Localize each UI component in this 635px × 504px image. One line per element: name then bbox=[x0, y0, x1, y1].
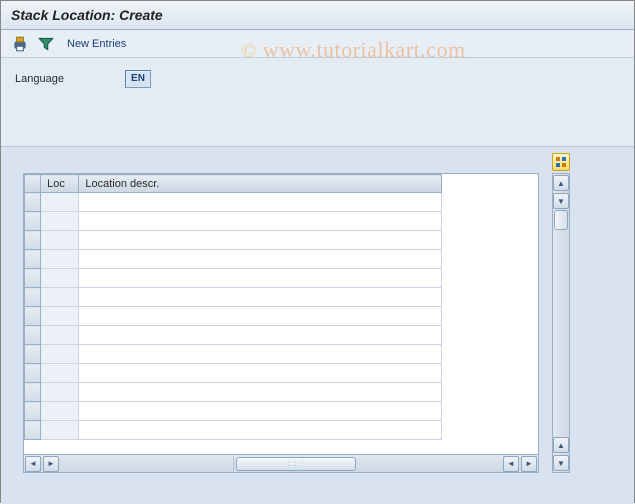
loc-cell[interactable] bbox=[41, 231, 79, 250]
row-header-cell[interactable] bbox=[25, 383, 41, 402]
loc-cell[interactable] bbox=[41, 421, 79, 440]
vscroll-up-button[interactable]: ▲ bbox=[553, 175, 569, 191]
language-label: Language bbox=[15, 73, 105, 85]
vscroll-thumb[interactable] bbox=[554, 210, 568, 230]
main-panel: Loc Location descr. ◄ ► : : : ◄ ► bbox=[1, 146, 634, 504]
row-header-cell[interactable] bbox=[25, 193, 41, 212]
desc-cell[interactable] bbox=[79, 402, 442, 421]
row-header-cell[interactable] bbox=[25, 212, 41, 231]
loc-cell[interactable] bbox=[41, 212, 79, 231]
desc-cell[interactable] bbox=[79, 345, 442, 364]
row-header-cell[interactable] bbox=[25, 402, 41, 421]
grid-table: Loc Location descr. bbox=[24, 174, 442, 440]
desc-cell[interactable] bbox=[79, 364, 442, 383]
loc-cell[interactable] bbox=[41, 326, 79, 345]
grid-container: Loc Location descr. ◄ ► : : : ◄ ► bbox=[23, 173, 539, 473]
loc-cell[interactable] bbox=[41, 269, 79, 288]
hscroll-track[interactable]: : : : bbox=[236, 457, 500, 471]
print-icon[interactable] bbox=[11, 35, 29, 53]
loc-cell[interactable] bbox=[41, 250, 79, 269]
col-desc[interactable]: Location descr. bbox=[79, 175, 442, 193]
desc-cell[interactable] bbox=[79, 250, 442, 269]
hscroll-right-button-1[interactable]: ► bbox=[43, 456, 59, 472]
desc-cell[interactable] bbox=[79, 307, 442, 326]
vscroll-track[interactable] bbox=[554, 210, 568, 436]
loc-cell[interactable] bbox=[41, 288, 79, 307]
desc-cell[interactable] bbox=[79, 193, 442, 212]
loc-cell[interactable] bbox=[41, 364, 79, 383]
table-row bbox=[25, 326, 442, 345]
hscroll-right-button-2[interactable]: ► bbox=[521, 456, 537, 472]
table-row bbox=[25, 193, 442, 212]
desc-cell[interactable] bbox=[79, 212, 442, 231]
desc-cell[interactable] bbox=[79, 288, 442, 307]
form-area: Language EN bbox=[1, 58, 634, 146]
vscroll-bottom-down-button[interactable]: ▼ bbox=[553, 455, 569, 471]
col-loc[interactable]: Loc bbox=[41, 175, 79, 193]
desc-cell[interactable] bbox=[79, 421, 442, 440]
hscroll-thumb[interactable]: : : : bbox=[236, 457, 356, 471]
new-entries-button[interactable]: New Entries bbox=[67, 38, 126, 50]
table-row bbox=[25, 364, 442, 383]
filter-icon[interactable] bbox=[37, 35, 55, 53]
grid-hscrollbar: ◄ ► : : : ◄ ► bbox=[23, 455, 539, 473]
hscroll-left-button-2[interactable]: ◄ bbox=[503, 456, 519, 472]
loc-cell[interactable] bbox=[41, 345, 79, 364]
loc-cell[interactable] bbox=[41, 307, 79, 326]
table-settings-button[interactable] bbox=[552, 153, 570, 171]
row-header-cell[interactable] bbox=[25, 307, 41, 326]
table-row bbox=[25, 250, 442, 269]
hscroll-left-button-1[interactable]: ◄ bbox=[25, 456, 41, 472]
grid-vscrollbar: ▲ ▼ ▲ ▼ bbox=[552, 173, 570, 473]
row-header-cell[interactable] bbox=[25, 269, 41, 288]
table-row bbox=[25, 345, 442, 364]
vscroll-bottom-up-button[interactable]: ▲ bbox=[553, 437, 569, 453]
table-row bbox=[25, 421, 442, 440]
table-row bbox=[25, 402, 442, 421]
col-rowheader[interactable] bbox=[25, 175, 41, 193]
row-header-cell[interactable] bbox=[25, 250, 41, 269]
toolbar: New Entries bbox=[1, 30, 634, 58]
vscroll-down-button[interactable]: ▼ bbox=[553, 193, 569, 209]
table-row bbox=[25, 231, 442, 250]
desc-cell[interactable] bbox=[79, 383, 442, 402]
loc-cell[interactable] bbox=[41, 402, 79, 421]
table-row bbox=[25, 269, 442, 288]
desc-cell[interactable] bbox=[79, 326, 442, 345]
row-header-cell[interactable] bbox=[25, 231, 41, 250]
table-row bbox=[25, 212, 442, 231]
table-row bbox=[25, 307, 442, 326]
table-row bbox=[25, 383, 442, 402]
language-field[interactable]: EN bbox=[125, 70, 151, 88]
row-header-cell[interactable] bbox=[25, 364, 41, 383]
loc-cell[interactable] bbox=[41, 383, 79, 402]
page-title: Stack Location: Create bbox=[1, 1, 634, 30]
row-header-cell[interactable] bbox=[25, 421, 41, 440]
row-header-cell[interactable] bbox=[25, 288, 41, 307]
row-header-cell[interactable] bbox=[25, 345, 41, 364]
loc-cell[interactable] bbox=[41, 193, 79, 212]
desc-cell[interactable] bbox=[79, 269, 442, 288]
row-header-cell[interactable] bbox=[25, 326, 41, 345]
desc-cell[interactable] bbox=[79, 231, 442, 250]
table-row bbox=[25, 288, 442, 307]
